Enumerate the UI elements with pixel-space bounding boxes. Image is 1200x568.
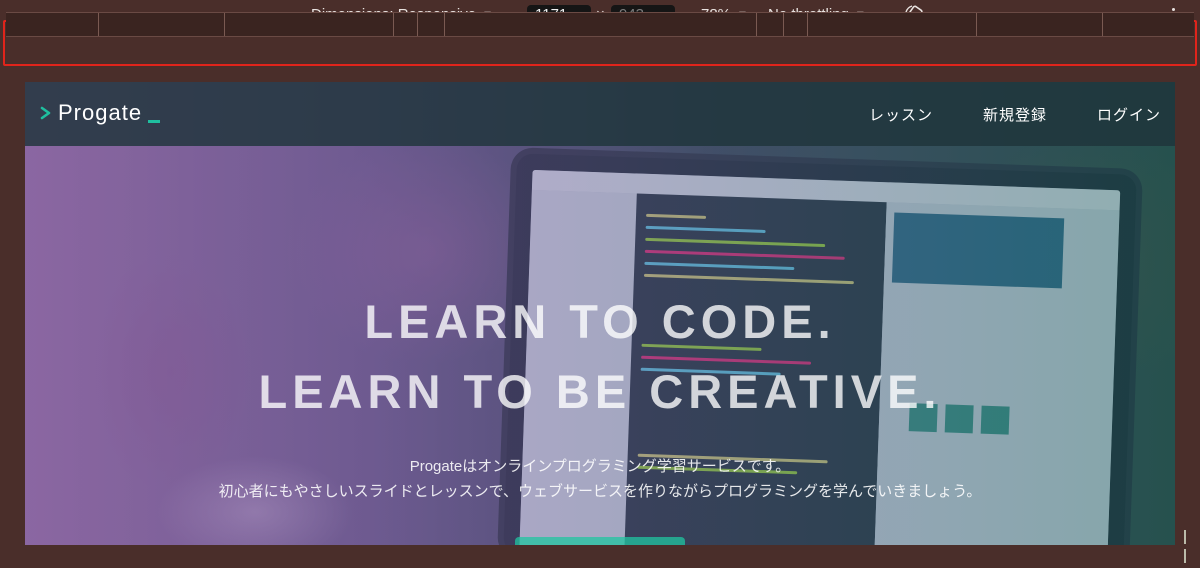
media-query-bar[interactable] [6,12,1194,37]
nav-link-signup[interactable]: 新規登録 [983,104,1047,125]
media-query-marker[interactable] [98,13,99,36]
media-query-marker[interactable] [444,13,445,36]
media-query-marker[interactable] [1102,13,1103,36]
nav-links: レッスン 新規登録 ログイン [869,104,1161,125]
hero-headline-2: LEARN TO BE CREATIVE. [258,365,942,418]
page-viewport: Progate レッスン 新規登録 ログイン LEARN TO CODE. LE… [25,82,1175,545]
media-query-marker[interactable] [756,13,757,36]
hero-headline-1: LEARN TO CODE. [364,295,836,348]
hero-subtitle-2: 初心者にもやさしいスライドとレッスンで、ウェブサービスを作りながらプログラミング… [218,483,982,500]
hero-subtitle-1: Progateはオンラインプログラミング学習サービスです。 [409,458,791,475]
media-query-marker[interactable] [393,13,394,36]
resize-handle[interactable] [1184,530,1190,563]
progate-logo[interactable]: Progate [40,100,161,126]
chevron-right-icon [40,106,51,120]
logo-text: Progate [58,100,143,125]
media-query-marker[interactable] [224,13,225,36]
media-query-marker[interactable] [417,13,418,36]
media-query-marker[interactable] [976,13,977,36]
top-nav: Progate レッスン 新規登録 ログイン [25,82,1175,146]
logo-cursor [148,119,161,123]
nav-link-login[interactable]: ログイン [1097,104,1161,125]
cta-button[interactable] [515,537,685,545]
media-query-marker[interactable] [783,13,784,36]
nav-link-lessons[interactable]: レッスン [869,104,933,125]
media-query-marker[interactable] [807,13,808,36]
